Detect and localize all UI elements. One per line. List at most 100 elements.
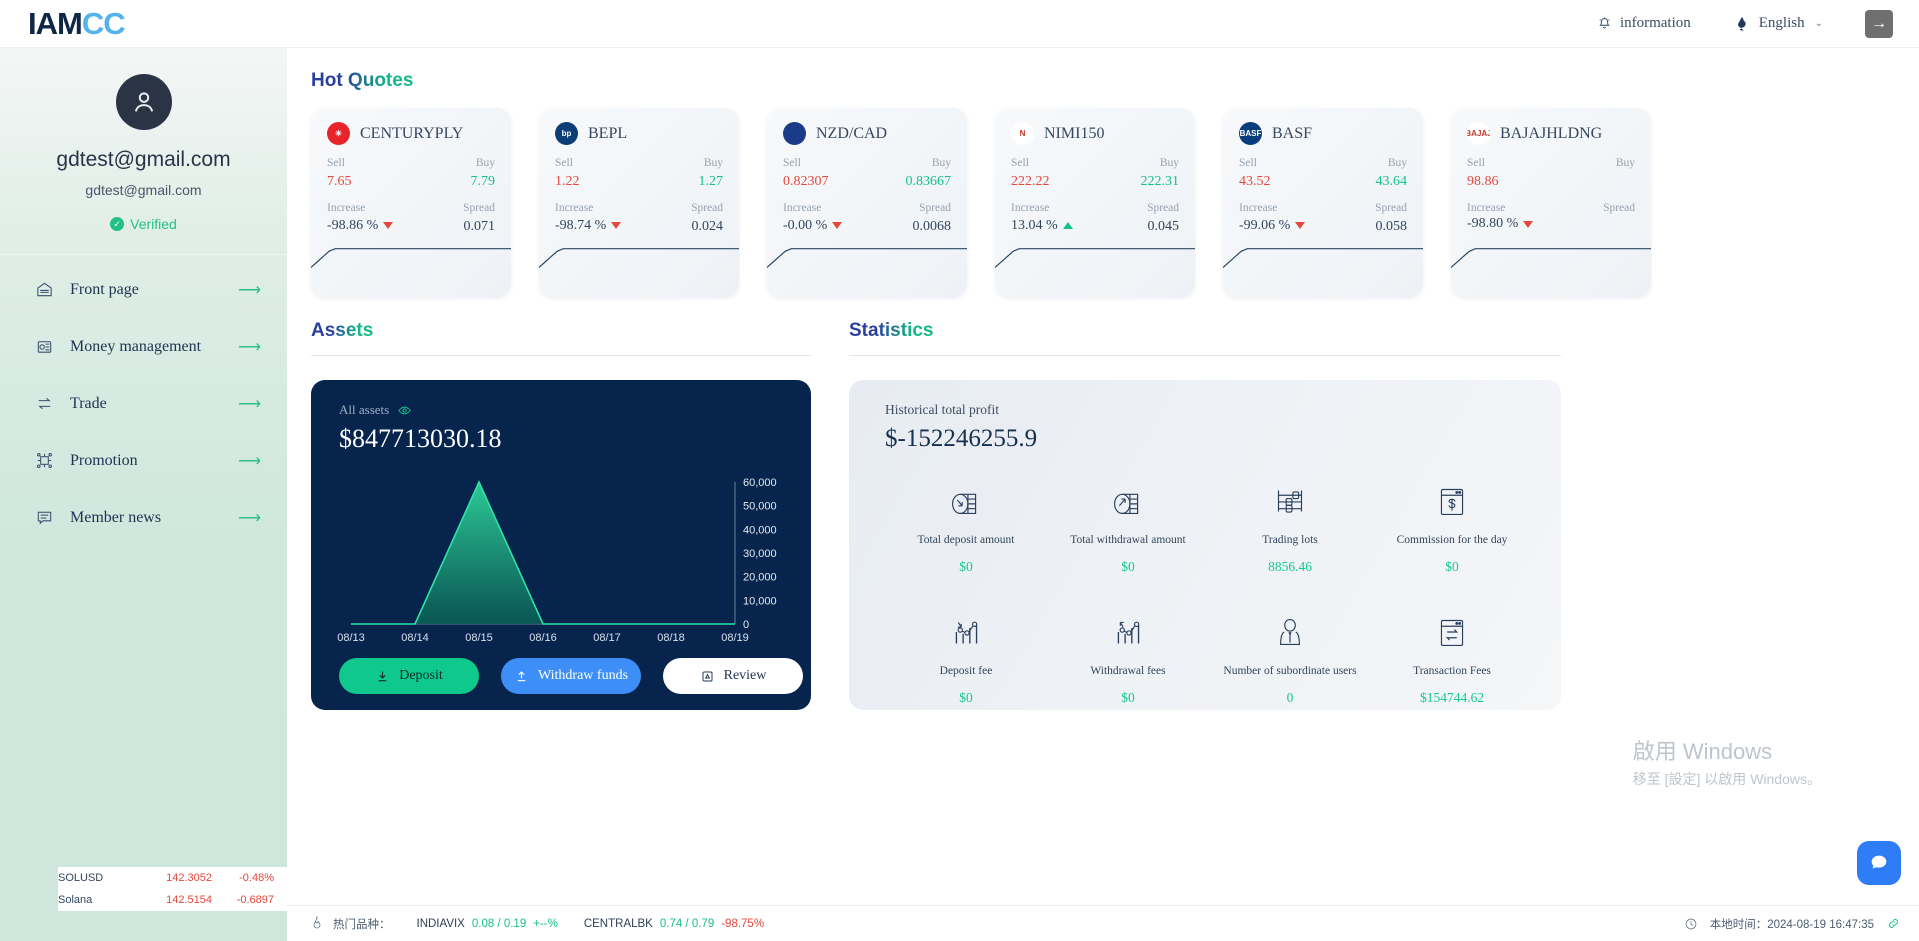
ticker-change: -98.75% <box>721 917 765 930</box>
spread-label: Spread <box>1147 202 1179 214</box>
sparkline-chart <box>767 242 967 298</box>
information-button[interactable]: information <box>1597 15 1691 32</box>
quote-card[interactable]: BASF BASF Sell Buy 43.52 43.64 Increase Spread -… <box>1223 108 1423 298</box>
spread-label: Spread <box>691 202 723 214</box>
watchlist-row[interactable]: Solana 142.5154 -0.6897 <box>58 889 288 911</box>
spread-label: Spread <box>1375 202 1407 214</box>
verified-check-icon: ✓ <box>110 217 125 231</box>
assets-title: Assets <box>311 320 374 341</box>
sell-price: 0.82307 <box>783 174 829 189</box>
buy-label: Buy <box>1615 157 1635 169</box>
spread-label: Spread <box>463 202 495 214</box>
statistic-cell: Total withdrawal amount $0 <box>1047 467 1209 598</box>
watermark-line1: 啟用 Windows <box>1632 739 1773 764</box>
assets-card: All assets $847713030.18 08/13 08/14 08/… <box>311 380 811 710</box>
quote-card[interactable]: NZD/CAD Sell Buy 0.82307 0.83667 Increase Spre… <box>767 108 967 298</box>
bell-icon <box>1597 16 1612 32</box>
avatar[interactable] <box>115 74 172 130</box>
link-icon[interactable] <box>1886 916 1901 931</box>
symbol-name: CENTURYPLY <box>360 124 464 142</box>
quote-labels-row: Sell Buy <box>555 157 723 169</box>
statistic-name: Number of subordinate users <box>1223 665 1357 677</box>
quote-labels-row: Sell Buy <box>1011 157 1179 169</box>
increase-value: 13.04 % <box>1011 217 1058 233</box>
buy-label: Buy <box>1159 157 1179 169</box>
local-time-label: 本地时间：2024-08-19 16:47:35 <box>1709 918 1874 931</box>
spread-value: 0.071 <box>463 219 496 234</box>
increase-value-group: 13.04 % <box>1011 216 1073 235</box>
sidebar-item-member-news[interactable]: Member news ⟶ <box>0 489 287 546</box>
x-axis-tick: 08/13 <box>337 632 365 644</box>
quote-card[interactable]: N NIMI150 Sell Buy 222.22 222.31 Increase Sprea… <box>995 108 1195 298</box>
sell-label: Sell <box>1467 157 1485 169</box>
logout-button[interactable]: → <box>1865 9 1893 38</box>
y-axis-tick: 0 <box>743 619 749 631</box>
buy-label: Buy <box>1387 157 1407 169</box>
sell-price: 98.86 <box>1467 174 1499 189</box>
quote-card[interactable]: BAJAJ BAJAJHLDNG Sell Buy 98.86 Increase Sprea… <box>1451 108 1651 298</box>
quote-header: NZD/CAD <box>783 122 951 145</box>
watchlist-row[interactable]: SOLUSD 142.3052 -0.48% <box>58 867 288 889</box>
ticker-item[interactable]: CENTRALBK 0.74 / 0.79 -98.75% <box>584 918 764 930</box>
sidebar-item-trade[interactable]: Trade ⟶ <box>0 375 287 432</box>
verified-label: Verified <box>130 216 177 232</box>
withdraw-button[interactable]: Withdraw funds <box>501 658 641 694</box>
buy-price: 7.79 <box>470 174 496 189</box>
main-content: Hot Quotes ✳ CENTURYPLY Sell Buy 7.65 7.79 Inc… <box>287 48 1919 941</box>
arrow-down-icon <box>611 222 622 229</box>
coins-up-icon <box>1047 475 1209 527</box>
statistic-value: $0 <box>1445 559 1459 574</box>
historical-profit-label: Historical total profit <box>885 402 999 417</box>
network-icon <box>34 451 54 470</box>
watchlist-change: -0.6897 <box>236 894 274 906</box>
abacus-icon <box>1209 475 1371 527</box>
exchange-icon <box>34 394 54 413</box>
ticker-item[interactable]: INDIAVIX 0.08 / 0.19 +--% <box>417 918 558 930</box>
deposit-button[interactable]: Deposit <box>339 658 479 694</box>
quote-header: ✳ CENTURYPLY <box>327 122 495 145</box>
watchlist-symbol: SOLUSD <box>58 872 104 884</box>
app-logo[interactable]: IAM ✦ CC <box>28 5 126 42</box>
chat-support-button[interactable] <box>1857 841 1901 885</box>
increase-value: -0.00 % <box>783 217 828 233</box>
statistic-name: Trading lots <box>1262 534 1318 546</box>
sell-label: Sell <box>783 157 801 169</box>
divider <box>849 355 1561 356</box>
arrow-down-icon <box>1295 222 1306 229</box>
flag-icon <box>1733 15 1751 33</box>
spread-label: Spread <box>1603 202 1635 214</box>
sidebar-item-front-page[interactable]: Front page ⟶ <box>0 261 287 318</box>
ticker-pair: 0.74 / 0.79 <box>659 917 715 930</box>
x-axis-tick: 08/18 <box>657 632 685 644</box>
chevron-right-icon: ⟶ <box>238 509 261 527</box>
eye-icon[interactable] <box>397 403 412 418</box>
chevron-down-icon: ⌄ <box>1814 18 1823 29</box>
statistics-grid: Total deposit amount $0 Total withdrawal a… <box>885 467 1533 710</box>
statistic-value: $0 <box>1121 690 1135 705</box>
statistic-name: Withdrawal fees <box>1090 665 1166 677</box>
windows-activation-watermark: 啟用 Windows 移至 [設定] 以啟用 Windows。 <box>1633 734 1821 789</box>
quote-card[interactable]: bp BEPL Sell Buy 1.22 1.27 Increase Spread -98.7… <box>539 108 739 298</box>
logo-mark: IAM ✦ <box>28 5 83 42</box>
review-button[interactable]: Review <box>663 658 803 694</box>
quote-labels-row: Sell Buy <box>783 157 951 169</box>
quote-meta-row: -0.00 % 0.0068 <box>783 216 951 235</box>
quote-card[interactable]: ✳ CENTURYPLY Sell Buy 7.65 7.79 Increase Spread… <box>311 108 511 298</box>
ticker-change: +--% <box>533 917 558 930</box>
x-axis-tick: 08/14 <box>401 632 429 644</box>
ticker-symbol: CENTRALBK <box>583 917 653 930</box>
sidebar-label: Member news <box>70 508 162 526</box>
sidebar-item-promotion[interactable]: Promotion ⟶ <box>0 432 287 489</box>
transfer-window-icon <box>1371 606 1533 658</box>
review-label: Review <box>723 668 767 683</box>
sidebar-item-money-management[interactable]: Money management ⟶ <box>0 318 287 375</box>
watchlist-change: -0.48% <box>239 872 274 884</box>
increase-value: -99.06 % <box>1239 217 1291 233</box>
symbol-logo-icon: bp <box>555 122 578 145</box>
hot-quotes-section: Hot Quotes ✳ CENTURYPLY Sell Buy 7.65 7.79 Inc… <box>287 48 1919 298</box>
increase-value-group: -98.80 % <box>1467 216 1534 232</box>
language-selector[interactable]: English ⌄ <box>1733 15 1823 33</box>
watchlist-price: 142.3052 <box>166 872 212 884</box>
increase-value-group: -99.06 % <box>1239 216 1306 235</box>
statistic-value: 0 <box>1286 690 1294 705</box>
